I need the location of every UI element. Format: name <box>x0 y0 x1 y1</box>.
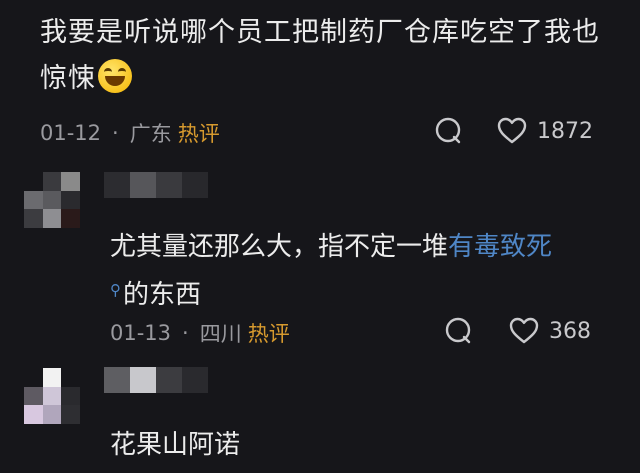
comment-2-hot-badge: 热评 <box>247 322 290 346</box>
meta-separator: · <box>182 321 189 345</box>
comment-2-search-link[interactable]: 有毒致死 <box>448 232 552 262</box>
search-icon[interactable]: ⚲ <box>110 281 121 299</box>
comment-thread: 我要是听说哪个员工把制药厂仓库吃空了我也惊悚 01-12 · 广东 热评 187… <box>0 0 640 473</box>
like-heart-icon[interactable] <box>497 117 527 145</box>
comment-2-body: 尤其量还那么大，指不定一堆有毒致死 ⚲的东西 <box>110 226 610 317</box>
like-heart-icon[interactable] <box>509 317 539 345</box>
comment-2-date: 01-13 <box>110 321 172 345</box>
comment-3-username-blurred[interactable] <box>104 367 208 393</box>
comment-2-actions <box>444 317 472 345</box>
comment-2-location: 四川 <box>199 322 242 346</box>
reply-icon[interactable] <box>434 117 462 145</box>
comment-3-avatar[interactable] <box>24 368 80 424</box>
comment-2-username-blurred[interactable] <box>104 172 208 198</box>
comment-1-date: 01-12 <box>40 121 102 145</box>
comment-1-location: 广东 <box>129 122 172 146</box>
comment-2-text-before: 尤其量还那么大，指不定一堆 <box>110 232 449 262</box>
reply-icon[interactable] <box>444 317 472 345</box>
comment-2-like[interactable]: 368 <box>509 317 591 345</box>
meta-separator: · <box>112 121 119 145</box>
comment-2-avatar[interactable] <box>24 172 80 228</box>
comment-2-meta: 01-13 · 四川 热评 <box>110 318 290 348</box>
comment-2-text-after: 的东西 <box>123 280 202 310</box>
comment-1-body: 我要是听说哪个员工把制药厂仓库吃空了我也惊悚 <box>40 10 620 102</box>
comment-1-hot-badge: 热评 <box>177 122 220 146</box>
grinning-face-emoji-icon <box>98 59 132 93</box>
comment-3-text: 花果山阿诺 <box>110 430 241 460</box>
comment-1-meta: 01-12 · 广东 热评 <box>40 118 220 148</box>
comment-1-like[interactable]: 1872 <box>497 117 593 145</box>
comment-1-actions <box>434 117 462 145</box>
comment-1-like-count: 1872 <box>537 118 593 144</box>
comment-2-like-count: 368 <box>549 318 591 344</box>
